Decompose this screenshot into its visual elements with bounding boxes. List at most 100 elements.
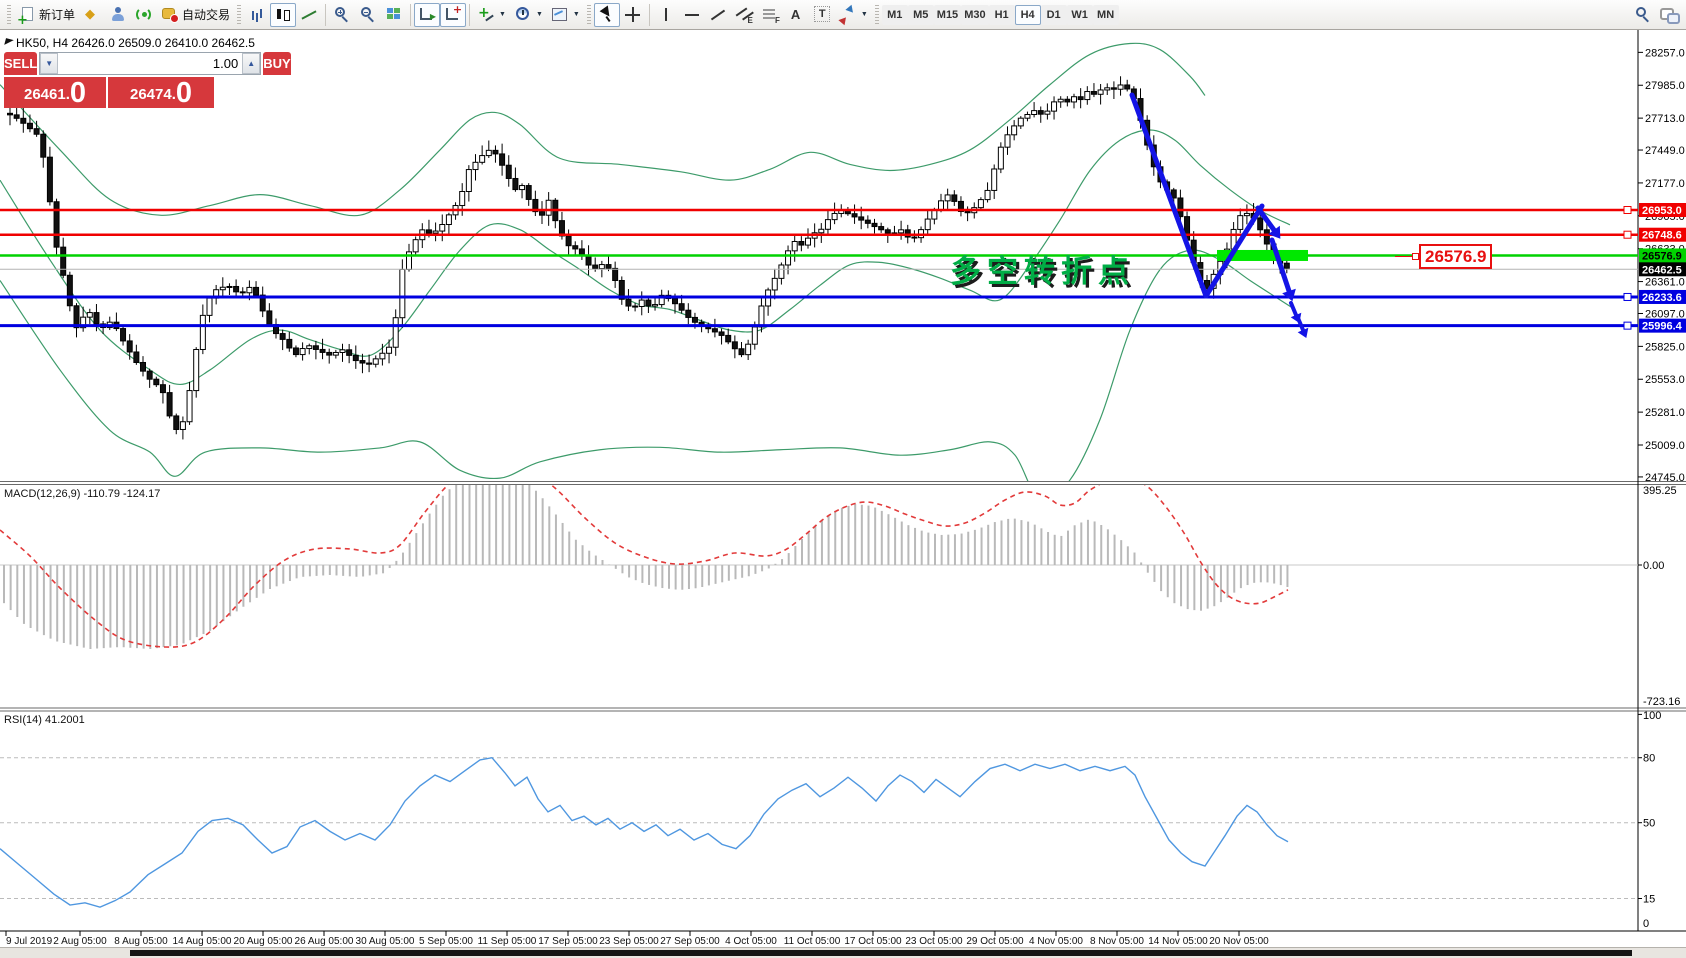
fibonacci-tool-button[interactable] [757,3,783,27]
svg-text:27 Sep 05:00: 27 Sep 05:00 [660,936,720,947]
bar-chart-button[interactable] [244,3,270,27]
chevron-down-icon: ▼ [499,11,506,18]
cursor-tool-button[interactable] [594,3,620,27]
svg-text:11 Sep 05:00: 11 Sep 05:00 [478,936,537,947]
line-anchor-handle[interactable] [1624,207,1631,214]
candle-body [1111,88,1116,89]
candle-body [719,332,724,335]
horizontal-line-tool-button[interactable] [679,3,705,27]
text-tool-button[interactable] [783,3,809,27]
toolbar-drag-handle[interactable] [875,5,879,25]
svg-text:4 Oct 05:00: 4 Oct 05:00 [725,936,777,947]
zoom-in-button[interactable] [329,3,355,27]
candle-body [234,286,239,291]
svg-text:26576.9: 26576.9 [1642,250,1682,262]
chat-icon [1660,6,1678,23]
svg-text:14 Aug 05:00: 14 Aug 05:00 [173,936,232,947]
line-anchor-handle[interactable] [1624,293,1631,300]
candle-body [526,186,531,200]
arrow-mark-1[interactable] [1291,303,1296,315]
signals-button[interactable] [131,3,157,27]
timeframe-w1-button[interactable]: W1 [1067,5,1093,25]
candle-body [147,371,152,379]
svg-text:100: 100 [1643,710,1661,722]
indicators-button[interactable]: ▼ [473,3,510,27]
sell-price[interactable]: 26461.0 [4,77,106,108]
candle-body [925,219,930,230]
candlestick-chart-button[interactable] [270,3,296,27]
candle-body [160,385,165,393]
arrow-mark-2[interactable] [1298,318,1303,330]
trendline-tool-button[interactable] [705,3,731,27]
arrows-icon [839,6,857,23]
timeframe-m30-button[interactable]: M30 [961,5,988,25]
chart-text-annotation[interactable]: 多空转折点 [950,246,1135,291]
timeframe-h4-button[interactable]: H4 [1015,5,1041,25]
chat-button[interactable] [1656,3,1682,27]
timeframe-d1-button[interactable]: D1 [1041,5,1067,25]
svg-text:25996.4: 25996.4 [1642,321,1683,333]
svg-text:27713.0: 27713.0 [1645,113,1685,125]
toolbar-drag-handle[interactable] [237,5,241,25]
charts-button[interactable] [79,3,105,27]
candle-body [772,278,777,290]
price-scale[interactable]: 28257.027985.027713.027449.027177.026905… [1638,47,1686,931]
vertical-line-tool-button[interactable] [653,3,679,27]
sell-button[interactable]: SELL [4,52,37,75]
status-bar [0,947,1686,958]
timeframe-m5-button[interactable]: M5 [908,5,934,25]
timeframe-h1-button[interactable]: H1 [989,5,1015,25]
arrows-tool-button[interactable]: ▼ [835,3,872,27]
auto-trading-icon [161,6,179,23]
buy-button[interactable]: BUY [263,52,290,75]
chevron-down-icon: ▼ [861,11,868,18]
toolbar-drag-handle[interactable] [587,5,591,25]
line-anchor-handle[interactable] [1624,322,1631,329]
candle-body [360,361,365,363]
new-order-button[interactable]: 新订单 [14,3,79,27]
zoom-out-button[interactable] [355,3,381,27]
candle-body [786,251,791,265]
candle-body [380,353,385,359]
periods-button[interactable]: ▼ [510,3,547,27]
line-anchor-handle[interactable] [1624,231,1631,238]
svg-text:26462.5: 26462.5 [1642,264,1682,276]
sell-price-main: 26461 [24,83,66,107]
tile-windows-button[interactable] [381,3,407,27]
chart-canvas[interactable]: 28257.027985.027713.027449.027177.026905… [0,0,1686,958]
toolbar-drag-handle[interactable] [7,5,11,25]
candle-body [779,265,784,278]
auto-trading-button[interactable]: 自动交易 [157,3,234,27]
profiles-button[interactable] [105,3,131,27]
crosshair-tool-button[interactable] [620,3,646,27]
auto-scroll-button[interactable] [414,3,440,27]
timeframe-m15-button[interactable]: M15 [934,5,961,25]
price-level-tag[interactable]: 26576.9 [1419,244,1492,269]
volume-increase-button[interactable]: ▲ [242,53,260,74]
candle-body [1238,216,1243,230]
volume-input[interactable] [58,53,242,74]
trend-arrow-down-main[interactable] [1132,95,1206,296]
candle-body [14,115,19,118]
candle-body [799,241,804,245]
time-scale[interactable]: 9 Jul 20192 Aug 05:008 Aug 05:0014 Aug 0… [6,931,1269,947]
chart-shift-button[interactable] [440,3,466,27]
candle-body [985,190,990,199]
line-chart-button[interactable] [296,3,322,27]
templates-button[interactable]: ▼ [547,3,584,27]
svg-text:9 Jul 2019: 9 Jul 2019 [6,936,53,947]
svg-text:26748.6: 26748.6 [1642,230,1682,242]
candle-body [606,265,611,269]
timeframe-mn-button[interactable]: MN [1093,5,1119,25]
search-button[interactable] [1630,3,1656,27]
channel-tool-button[interactable] [731,3,757,27]
text-label-tool-button[interactable] [809,3,835,27]
candle-body [633,306,638,307]
svg-text:25553.0: 25553.0 [1645,374,1685,386]
candle-body [320,349,325,352]
rsi-line [0,758,1288,907]
buy-price[interactable]: 26474.0 [108,77,214,108]
volume-decrease-button[interactable]: ▼ [40,53,58,74]
candle-body [905,230,910,237]
timeframe-m1-button[interactable]: M1 [882,5,908,25]
